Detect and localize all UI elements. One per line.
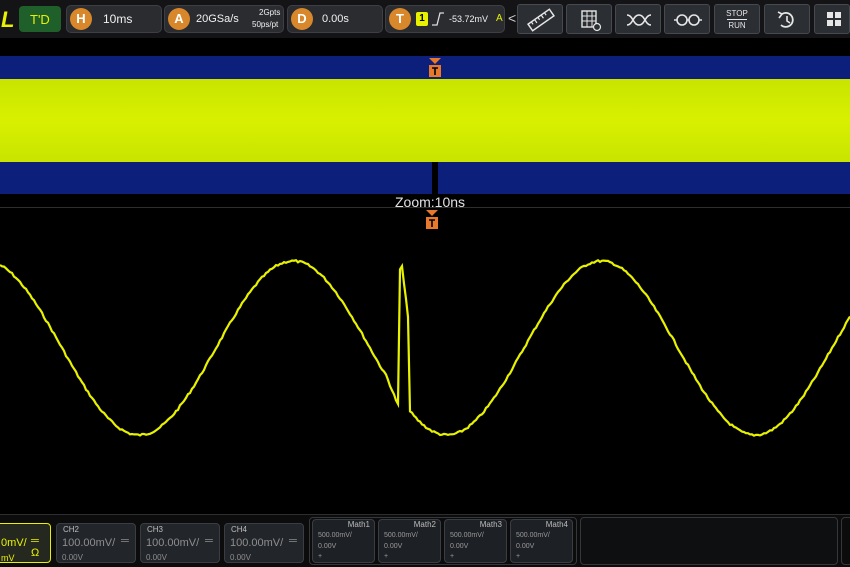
brand-logo: L: [1, 7, 15, 32]
math4-scale: 500.00mV/: [516, 532, 550, 539]
ch4-coupling: ═: [289, 535, 297, 547]
trigger-coupling: A: [496, 13, 503, 24]
ch3-offset: 0.00V: [146, 553, 167, 562]
layout-icon[interactable]: [814, 4, 850, 34]
sample-rate: 20GSa/s: [196, 13, 239, 25]
horizontal-scale-control[interactable]: H 10ms: [66, 5, 162, 33]
rising-edge-icon: [432, 12, 444, 26]
ch2-offset: 0.00V: [62, 553, 83, 562]
trigger-mode-button[interactable]: T'D: [19, 6, 61, 32]
math3-offset: 0.00V: [450, 543, 469, 550]
trigger-mode-label: T'D: [30, 12, 50, 27]
channel-4-panel[interactable]: CH4 100.00mV/ ═ 0.00V: [224, 523, 304, 563]
ch4-offset: 0.00V: [230, 553, 251, 562]
math-3-panel[interactable]: Math3 500.00mV/ 0.00V +: [444, 519, 507, 563]
math1-scale: 500.00mV/: [318, 532, 352, 539]
acquisition-control[interactable]: A 20GSa/s 2Gpts 50ps/pt: [164, 5, 284, 33]
ch3-scale: 100.00mV/: [146, 537, 200, 549]
math4-offset: 0.00V: [516, 543, 535, 550]
waveform-cross-icon[interactable]: [615, 4, 661, 34]
trigger-source-badge: 1: [416, 12, 428, 26]
ch4-title: CH4: [231, 525, 248, 534]
math-2-panel[interactable]: Math2 500.00mV/ 0.00V +: [378, 519, 441, 563]
zoom-waveform-display[interactable]: [0, 208, 850, 513]
ch2-coupling: ═: [121, 535, 129, 547]
ruler-icon[interactable]: [517, 4, 563, 34]
collapse-arrow-icon[interactable]: <: [508, 10, 516, 26]
math2-offset: 0.00V: [384, 543, 403, 550]
delay-value: 0.00s: [322, 13, 349, 25]
zoom-window-marker[interactable]: [432, 162, 438, 194]
ch1-offset: mV: [1, 553, 15, 563]
math4-title: Math4: [545, 520, 568, 529]
grid-settings-icon[interactable]: [566, 4, 612, 34]
memory-depth: 2Gpts: [259, 8, 281, 17]
trigger-level: -53.72mV: [449, 14, 489, 24]
ch1-scale: 0mV/: [1, 537, 27, 549]
math3-scale: 500.00mV/: [450, 532, 484, 539]
math4-add-icon: +: [516, 553, 521, 560]
history-icon[interactable]: [764, 4, 810, 34]
acquisition-badge: A: [168, 8, 190, 30]
channel-bar: 0mV/ ═ Ω mV CH2 100.00mV/ ═ 0.00V CH3 10…: [0, 514, 850, 567]
trigger-control[interactable]: T 1 -53.72mV A: [385, 5, 505, 33]
ch2-title: CH2: [63, 525, 80, 534]
trigger-badge: T: [389, 8, 411, 30]
ch3-title: CH3: [147, 525, 164, 534]
ch2-scale: 100.00mV/: [62, 537, 116, 549]
math-4-panel[interactable]: Math4 500.00mV/ 0.00V +: [510, 519, 573, 563]
math3-title: Math3: [479, 520, 502, 529]
time-per-point: 50ps/pt: [252, 20, 279, 29]
math3-add-icon: +: [450, 553, 455, 560]
math1-add-icon: +: [318, 553, 323, 560]
math2-add-icon: +: [384, 553, 389, 560]
ch3-coupling: ═: [205, 535, 213, 547]
math1-title: Math1: [347, 520, 370, 529]
empty-status-panel: [580, 517, 838, 565]
delay-control[interactable]: D 0.00s: [287, 5, 383, 33]
side-panel-edge: [841, 517, 850, 565]
stop-run-button[interactable]: STOP RUN: [714, 4, 760, 34]
channel-1-panel[interactable]: 0mV/ ═ Ω mV: [0, 523, 51, 563]
math-1-panel[interactable]: Math1 500.00mV/ 0.00V +: [312, 519, 375, 563]
top-toolbar: L T'D H 10ms A 20GSa/s 2Gpts 50ps/pt D 0…: [0, 0, 850, 38]
stop-label: STOP: [726, 9, 748, 18]
clear-display-icon[interactable]: [664, 4, 710, 34]
overview-waveform: [0, 79, 850, 162]
math1-offset: 0.00V: [318, 543, 337, 550]
math2-title: Math2: [413, 520, 436, 529]
run-label: RUN: [728, 21, 746, 30]
ch1-coupling: ═ Ω: [31, 535, 40, 559]
ch1-waveform: [0, 258, 850, 437]
horizontal-badge: H: [70, 8, 92, 30]
math2-scale: 500.00mV/: [384, 532, 418, 539]
channel-2-panel[interactable]: CH2 100.00mV/ ═ 0.00V: [56, 523, 136, 563]
delay-badge: D: [291, 8, 313, 30]
ch4-scale: 100.00mV/: [230, 537, 284, 549]
horizontal-scale-value: 10ms: [103, 12, 133, 26]
overview-trigger-marker-icon: [429, 58, 441, 77]
channel-3-panel[interactable]: CH3 100.00mV/ ═ 0.00V: [140, 523, 220, 563]
